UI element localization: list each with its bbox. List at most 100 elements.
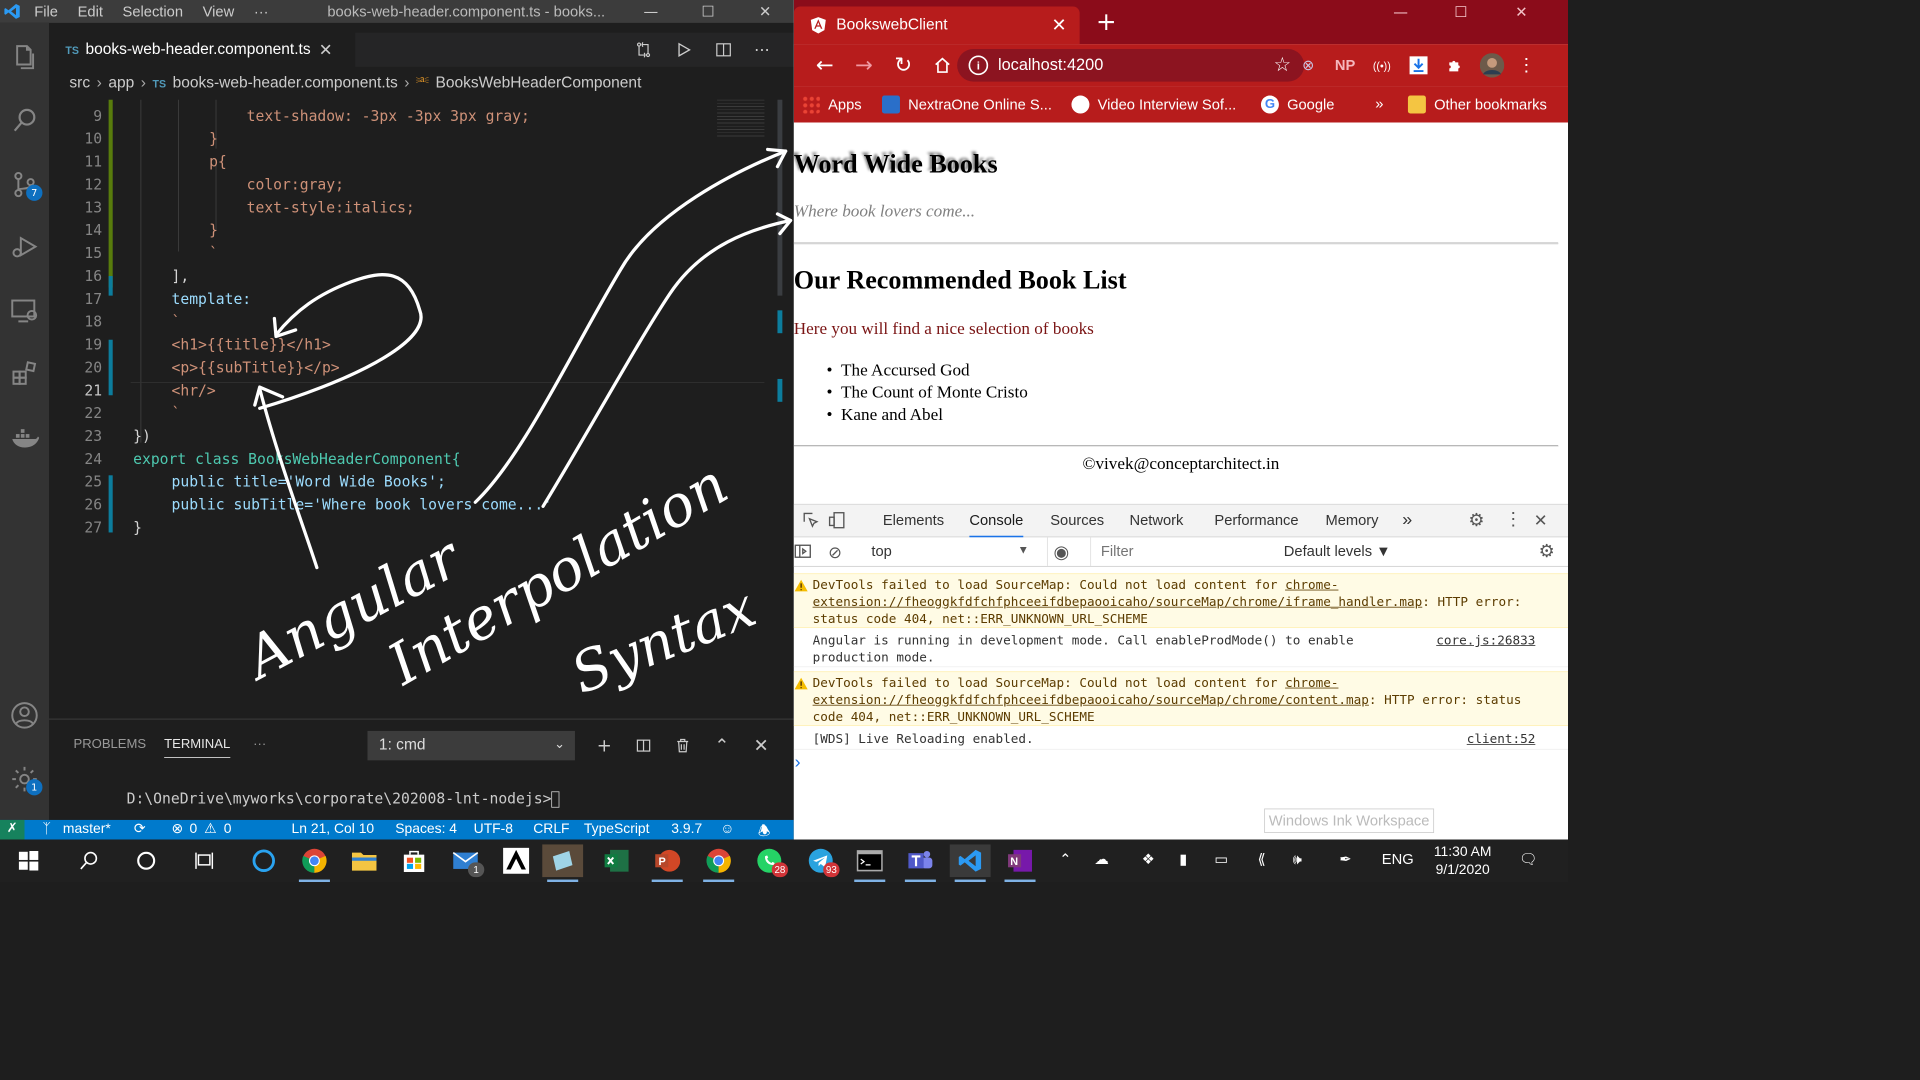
scrollbar[interactable] xyxy=(777,99,783,296)
breadcrumb-class[interactable]: BooksWebHeaderComponent xyxy=(436,74,642,92)
reload-icon[interactable]: ↻ xyxy=(889,51,918,80)
command-prompt-icon[interactable] xyxy=(849,844,890,882)
search-icon[interactable] xyxy=(0,96,49,145)
log-levels-select[interactable]: Default levels ▼ xyxy=(1284,543,1391,560)
explorer-icon[interactable] xyxy=(0,33,49,82)
error-icon[interactable]: ⊗ xyxy=(171,821,183,837)
extension-np[interactable]: NP xyxy=(1331,52,1359,78)
input-language[interactable]: ENG xyxy=(1382,851,1414,868)
bookmark-star-icon[interactable]: ☆ xyxy=(1274,53,1292,77)
chrome-taskbar-icon[interactable] xyxy=(294,844,335,882)
panel-more-icon[interactable]: ··· xyxy=(253,737,266,752)
inkscape-icon[interactable] xyxy=(496,844,537,877)
home-icon[interactable] xyxy=(928,51,957,80)
tab-console[interactable]: Console xyxy=(969,512,1024,538)
maximize-panel-icon[interactable]: ⌃ xyxy=(706,731,739,760)
extension-download-icon[interactable] xyxy=(1405,52,1433,78)
bookmark-other[interactable]: Other bookmarks xyxy=(1407,95,1547,114)
menu-edit[interactable]: Edit xyxy=(68,3,113,20)
tab-elements[interactable]: Elements xyxy=(883,512,944,529)
cortana-icon[interactable] xyxy=(126,844,167,877)
menu-more[interactable]: ··· xyxy=(244,3,278,20)
console-filter-input[interactable] xyxy=(1095,539,1243,563)
task-view-icon[interactable] xyxy=(184,844,225,877)
dropbox-icon[interactable]: ❖ xyxy=(1142,851,1155,868)
docker-icon[interactable] xyxy=(0,413,49,462)
ts-version[interactable]: 3.9.7 xyxy=(671,821,702,837)
notifications-bell-icon[interactable]: 🕭 xyxy=(758,821,770,840)
action-center-notifications-icon[interactable]: 🗨 xyxy=(1519,851,1538,868)
code-editor[interactable]: 9 text-shadow: -3px -3px 3px gray; 10 } … xyxy=(48,99,794,719)
pen-ink-workspace-icon[interactable]: ✒ xyxy=(1339,851,1351,868)
maximize-icon[interactable]: ☐ xyxy=(1434,0,1488,24)
teams-icon[interactable] xyxy=(900,844,941,882)
close-tab-icon[interactable]: ✕ xyxy=(1052,15,1067,36)
bookmark-nextraone[interactable]: NextraOne Online S... xyxy=(881,95,1052,114)
tab-network[interactable]: Network xyxy=(1129,512,1183,529)
clear-console-icon[interactable]: ⊘ xyxy=(828,542,842,562)
account-icon[interactable] xyxy=(0,691,49,740)
new-terminal-icon[interactable]: + xyxy=(588,731,621,760)
sync-icon[interactable]: ⟳ xyxy=(134,821,146,837)
minimize-icon[interactable]: — xyxy=(622,3,679,20)
vscode-taskbar-icon[interactable] xyxy=(949,844,991,882)
close-icon[interactable]: ✕ xyxy=(737,3,794,20)
chrome-profile-icon[interactable] xyxy=(698,844,739,882)
search-icon[interactable] xyxy=(69,844,110,877)
excel-icon[interactable] xyxy=(596,844,637,877)
inspect-element-icon[interactable] xyxy=(802,511,822,531)
indentation[interactable]: Spaces: 4 xyxy=(395,821,457,837)
open-changes-icon[interactable] xyxy=(627,38,660,62)
bookmark-google[interactable]: G Google xyxy=(1260,95,1334,114)
whatsapp-icon[interactable]: 28 xyxy=(749,844,790,878)
onenote-icon[interactable]: N xyxy=(1000,844,1041,882)
sidebar-toggle-icon[interactable] xyxy=(794,542,814,562)
devtools-settings-gear-icon[interactable]: ⚙ xyxy=(1468,510,1484,531)
tab-books-web-header[interactable]: TS books-web-header.component.ts ✕ xyxy=(48,32,356,67)
profile-avatar[interactable] xyxy=(1478,52,1506,78)
back-arrow-icon[interactable]: ← xyxy=(810,51,839,80)
console-input[interactable]: › xyxy=(794,751,1568,839)
console-source-link[interactable]: client:52 xyxy=(1467,731,1536,748)
windows-start-icon[interactable] xyxy=(8,844,49,877)
trash-icon[interactable] xyxy=(666,731,699,760)
store-icon[interactable] xyxy=(394,844,435,877)
cursor-position[interactable]: Ln 21, Col 10 xyxy=(292,821,375,837)
tab-close-icon[interactable]: ✕ xyxy=(319,40,333,60)
menu-view[interactable]: View xyxy=(193,3,244,20)
close-panel-icon[interactable]: ✕ xyxy=(745,731,778,760)
address-bar[interactable]: i localhost:4200 ☆ xyxy=(957,48,1305,82)
usb-device-icon[interactable]: ▮ xyxy=(1179,851,1187,868)
chrome-menu-icon[interactable]: ⋮ xyxy=(1512,52,1540,78)
battery-icon[interactable]: ▭ xyxy=(1214,851,1228,868)
forward-arrow-icon[interactable]: → xyxy=(849,51,878,80)
telegram-icon[interactable]: 93 xyxy=(800,844,841,878)
feedback-icon[interactable]: ☺ xyxy=(720,821,734,837)
minimap[interactable] xyxy=(717,99,765,139)
device-toolbar-icon[interactable] xyxy=(828,511,848,531)
browser-tab[interactable]: BookswebClient ✕ xyxy=(793,6,1080,45)
breadcrumb-app[interactable]: app xyxy=(108,74,134,92)
settings-gear-icon[interactable]: 1 xyxy=(0,755,49,804)
tab-sources[interactable]: Sources xyxy=(1050,512,1104,529)
menu-selection[interactable]: Selection xyxy=(113,3,193,20)
tab-performance[interactable]: Performance xyxy=(1214,512,1298,529)
split-editor-icon[interactable] xyxy=(707,38,740,62)
extensions-icon[interactable] xyxy=(0,350,49,399)
remote-indicator-icon[interactable]: ✗ xyxy=(0,819,25,840)
warning-icon[interactable]: ⚠ xyxy=(204,821,216,837)
more-actions-icon[interactable]: ··· xyxy=(746,38,779,62)
devtools-menu-icon[interactable]: ⋮ xyxy=(1504,509,1522,530)
remote-explorer-icon[interactable] xyxy=(0,286,49,335)
file-explorer-icon[interactable] xyxy=(344,844,385,877)
console-settings-gear-icon[interactable]: ⚙ xyxy=(1539,541,1555,562)
cortana-circle-icon[interactable] xyxy=(243,844,284,877)
tab-terminal[interactable]: TERMINAL xyxy=(164,737,231,758)
minimize-icon[interactable]: — xyxy=(1374,0,1428,24)
split-terminal-icon[interactable] xyxy=(627,731,660,760)
breadcrumb-file[interactable]: books-web-header.component.ts xyxy=(173,74,398,92)
menu-file[interactable]: File xyxy=(24,3,67,20)
extension-broadcast-icon[interactable]: ((•)) xyxy=(1368,52,1396,78)
show-hidden-icons-chevron-icon[interactable]: ⌃ xyxy=(1059,851,1071,868)
mail-icon[interactable]: 1 xyxy=(445,844,486,878)
